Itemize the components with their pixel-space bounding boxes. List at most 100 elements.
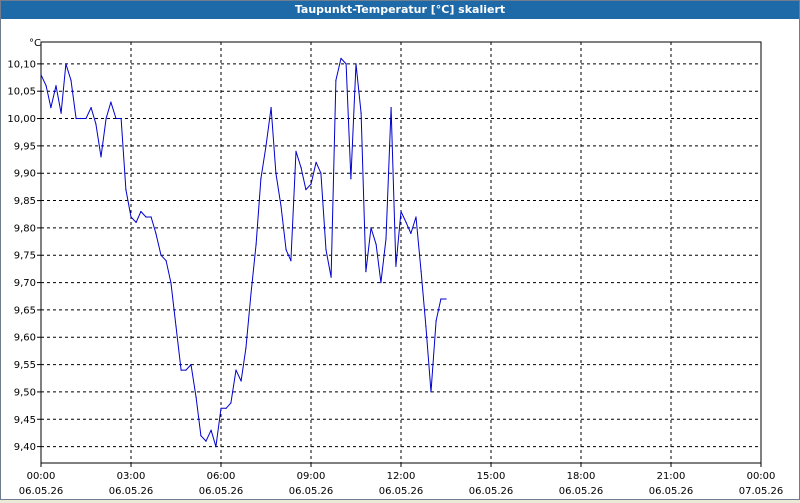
data-point: [315, 161, 317, 163]
data-point: [365, 271, 367, 273]
data-point: [60, 112, 62, 114]
data-point: [90, 107, 92, 109]
data-point: [210, 429, 212, 431]
y-tick-label: 9,55: [14, 360, 36, 371]
data-point: [75, 117, 77, 120]
data-point: [145, 216, 147, 218]
data-point: [440, 298, 442, 300]
x-tick-time-label: 00:00: [747, 471, 776, 482]
data-point: [115, 117, 117, 120]
grid: [41, 42, 761, 463]
data-point: [235, 369, 237, 371]
data-point: [340, 57, 342, 60]
data-point: [295, 150, 297, 152]
data-point: [280, 205, 282, 207]
y-tick-label: 9,75: [14, 251, 36, 262]
data-point: [305, 189, 307, 191]
data-point: [110, 101, 112, 103]
y-tick-label: 10,05: [7, 87, 36, 98]
data-point: [430, 391, 432, 393]
data-point: [420, 271, 422, 273]
data-point: [330, 276, 332, 278]
y-tick-label: 9,65: [14, 305, 36, 316]
data-point: [45, 85, 47, 87]
data-point: [375, 243, 377, 245]
y-tick-label: 9,80: [14, 223, 36, 234]
data-point: [345, 63, 347, 65]
data-point: [435, 320, 437, 322]
y-axis-unit-label: °C: [29, 38, 41, 49]
data-point: [200, 435, 202, 437]
chart-area: °C 10,10 10,05 10,00 9,95 9,90 9,85 9,80 9,75 9,…: [1, 20, 799, 499]
data-point: [260, 178, 262, 180]
data-point: [410, 232, 412, 234]
x-tick-time-label: 18:00: [567, 471, 596, 482]
data-point: [250, 292, 252, 295]
x-tick-time-label: 06:00: [207, 471, 236, 482]
data-point: [325, 249, 327, 251]
data-point: [220, 407, 222, 409]
data-point: [185, 369, 187, 371]
chart-window: Taupunkt-Temperatur [°C] skaliert °C 10,…: [0, 0, 800, 500]
data-point: [85, 117, 87, 120]
data-point: [425, 325, 427, 327]
data-point: [240, 380, 242, 382]
data-point: [195, 396, 197, 398]
y-tick-label: 9,85: [14, 196, 36, 207]
x-tick-date-label: 06.05.26: [649, 486, 694, 497]
data-point: [65, 63, 67, 65]
y-tick-label: 9,90: [14, 169, 36, 180]
x-tick-time-label: 09:00: [297, 471, 326, 482]
data-point: [205, 440, 207, 442]
data-point: [395, 265, 397, 267]
data-point: [215, 446, 217, 448]
data-point: [50, 107, 52, 109]
data-point: [245, 347, 247, 349]
x-tick-date-label: 07.05.26: [739, 486, 784, 497]
series-line: [40, 57, 446, 448]
x-tick-date-label: 06.05.26: [19, 486, 64, 497]
x-tick-time-label: 00:00: [27, 471, 56, 482]
data-point: [120, 117, 122, 120]
y-tick-label: 10,10: [7, 59, 36, 70]
data-point: [350, 178, 352, 180]
series-layer: [40, 57, 447, 448]
x-tick-date-label: 06.05.26: [379, 486, 424, 497]
data-point: [370, 227, 372, 229]
data-point: [390, 107, 392, 109]
data-point: [265, 145, 267, 147]
y-tick-label: 9,50: [14, 387, 36, 398]
data-point: [385, 238, 387, 240]
data-point: [180, 369, 182, 371]
data-point: [225, 407, 227, 409]
data-point: [135, 221, 137, 223]
data-point: [80, 117, 82, 120]
x-tick-date-label: 06.05.26: [559, 486, 604, 497]
data-point: [320, 172, 322, 174]
x-tick-date-label: 06.05.26: [289, 486, 334, 497]
x-tick-date-label: 06.05.26: [199, 486, 244, 497]
data-point: [40, 74, 42, 76]
data-point: [360, 112, 362, 114]
data-point: [170, 282, 172, 284]
y-tick-label: 9,70: [14, 278, 36, 289]
data-point: [445, 298, 447, 300]
data-point: [255, 243, 257, 245]
x-tick-time-label: 12:00: [387, 471, 416, 482]
data-point: [100, 156, 102, 158]
y-tick-label: 9,95: [14, 141, 36, 152]
data-point: [175, 325, 177, 327]
x-tick-time-label: 15:00: [477, 471, 506, 482]
x-tick-date-label: 06.05.26: [469, 486, 514, 497]
data-point: [335, 79, 337, 81]
data-point: [310, 183, 312, 185]
y-tick-label: 10,00: [7, 114, 36, 125]
data-point: [160, 254, 162, 256]
data-point: [190, 364, 192, 366]
data-point: [105, 117, 107, 120]
data-point: [95, 123, 97, 125]
data-point: [355, 63, 357, 65]
line-chart: °C 10,10 10,05 10,00 9,95 9,90 9,85 9,80 9,75 9,…: [7, 38, 784, 497]
data-point: [275, 172, 277, 174]
data-point: [380, 282, 382, 284]
